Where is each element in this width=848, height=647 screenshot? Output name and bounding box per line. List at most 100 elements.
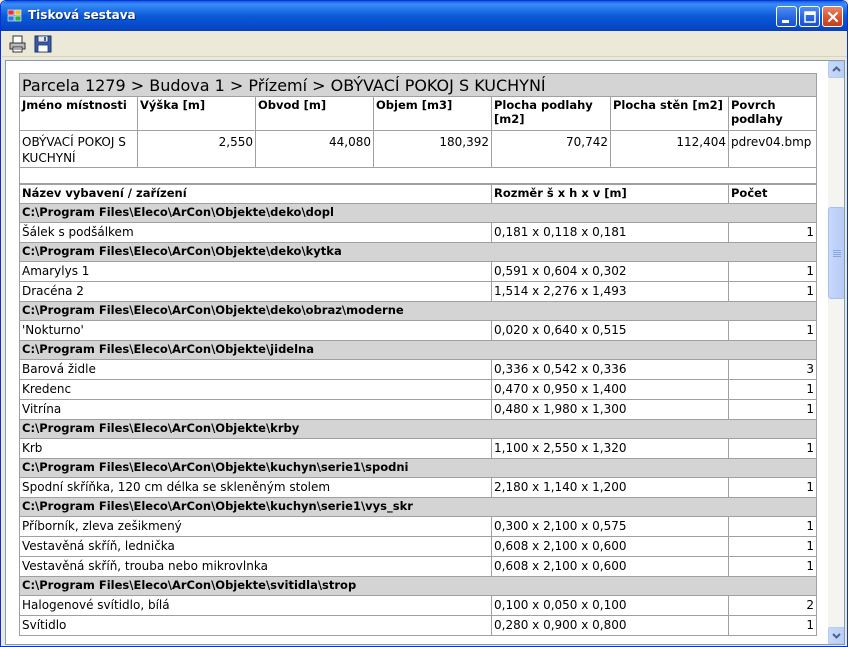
report-viewport[interactable]: Parcela 1279 > Budova 1 > Přízemí > OBÝV…	[5, 60, 845, 645]
close-button[interactable]	[822, 6, 843, 27]
item-size-cell: 2,180 x 1,140 x 1,200	[491, 477, 729, 498]
wall-area-cell: 112,404	[610, 130, 729, 168]
item-name-cell: Příborník, zleva zešikmený	[19, 516, 492, 537]
room-path: Parcela 1279 > Budova 1 > Přízemí > OBÝV…	[18, 73, 818, 97]
item-size-cell: 0,480 x 1,980 x 1,300	[491, 399, 729, 420]
floor-area-cell: 70,742	[491, 130, 611, 168]
item-size-cell: 0,100 x 0,050 x 0,100	[491, 595, 729, 616]
table-row: Spodní skříňka, 120 cm délka se skleněný…	[19, 477, 817, 498]
item-size-cell: 0,470 x 0,950 x 1,400	[491, 379, 729, 400]
item-name-cell: Barová židle	[19, 359, 492, 380]
room-header-row: Jméno místnosti Výška [m] Obvod [m] Obje…	[19, 96, 818, 131]
item-size-cell: 1,100 x 2,550 x 1,320	[491, 438, 729, 459]
scroll-up-button[interactable]	[828, 61, 844, 78]
column-header: Plocha podlahy [m2]	[491, 96, 611, 131]
report-window: Tisková sestava Parcela 1279 > Budova 1 …	[0, 0, 848, 647]
item-count-cell: 1	[728, 536, 817, 557]
height-cell: 2,550	[137, 130, 256, 168]
column-header: Rozměr š x h x v [m]	[491, 184, 729, 204]
item-name-cell: Svítidlo	[19, 615, 492, 636]
vertical-scrollbar[interactable]	[828, 61, 844, 644]
toolbar	[2, 31, 847, 57]
group-row: C:\Program Files\Eleco\ArCon\Objekte\kuc…	[19, 497, 817, 517]
spacer-row	[18, 167, 818, 184]
close-icon	[827, 11, 839, 23]
minimize-icon	[782, 20, 789, 23]
maximize-button[interactable]	[799, 6, 820, 27]
item-count-cell: 3	[728, 359, 817, 380]
print-button[interactable]	[8, 34, 28, 54]
column-header: Objem [m3]	[373, 96, 492, 131]
volume-cell: 180,392	[373, 130, 492, 168]
item-name-cell: Vestavěná skříň, lednička	[19, 536, 492, 557]
item-size-cell: 0,020 x 0,640 x 0,515	[491, 320, 729, 341]
group-path: C:\Program Files\Eleco\ArCon\Objekte\kuc…	[19, 497, 817, 517]
column-header: Plocha stěn [m2]	[610, 96, 729, 131]
report-document: Parcela 1279 > Budova 1 > Přízemí > OBÝV…	[18, 73, 818, 636]
table-row: Dracéna 2 1,514 x 2,276 x 1,493 1	[19, 281, 817, 302]
item-count-cell: 1	[728, 516, 817, 537]
item-name-cell: Krb	[19, 438, 492, 459]
group-path: C:\Program Files\Eleco\ArCon\Objekte\dek…	[19, 242, 817, 262]
equipment-header-row: Název vybavení / zařízení Rozměr š x h x…	[19, 184, 817, 204]
item-size-cell: 1,514 x 2,276 x 1,493	[491, 281, 729, 302]
item-count-cell: 1	[728, 320, 817, 341]
group-row: C:\Program Files\Eleco\ArCon\Objekte\dek…	[19, 242, 817, 262]
item-name-cell: Halogenové svítidlo, bílá	[19, 595, 492, 616]
item-count-cell: 1	[728, 438, 817, 459]
scroll-thumb[interactable]	[828, 207, 844, 299]
item-name-cell: Šálek s podšálkem	[19, 222, 492, 243]
table-row: Svítidlo 0,280 x 0,900 x 0,800 1	[19, 615, 817, 636]
grip-line	[833, 256, 841, 257]
group-row: C:\Program Files\Eleco\ArCon\Objekte\dek…	[19, 301, 817, 321]
table-row: Příborník, zleva zešikmený 0,300 x 2,100 …	[19, 516, 817, 537]
group-path: C:\Program Files\Eleco\ArCon\Objekte\kuc…	[19, 458, 817, 478]
group-path: C:\Program Files\Eleco\ArCon\Objekte\krb…	[19, 419, 817, 439]
item-count-cell: 1	[728, 615, 817, 636]
minimize-button[interactable]	[776, 6, 797, 27]
item-count-cell: 1	[728, 261, 817, 282]
grip-line	[833, 254, 841, 255]
column-header: Název vybavení / zařízení	[19, 184, 492, 204]
item-size-cell: 0,181 x 0,118 x 0,181	[491, 222, 729, 243]
group-path: C:\Program Files\Eleco\ArCon\Objekte\dek…	[19, 203, 817, 223]
item-name-cell: Amarylys 1	[19, 261, 492, 282]
table-row: Halogenové svítidlo, bílá 0,100 x 0,050 x…	[19, 595, 817, 616]
floor-surface-cell: pdrev04.bmp	[727, 130, 818, 168]
room-values-row: OBÝVACÍ POKOJ S KUCHYNÍ 2,550 44,080 180…	[19, 130, 818, 168]
item-size-cell: 0,300 x 2,100 x 0,575	[491, 516, 729, 537]
spacer-cell	[18, 167, 818, 184]
save-button[interactable]	[33, 34, 53, 54]
table-row: 'Nokturno' 0,020 x 0,640 x 0,515 1	[19, 320, 817, 341]
chevron-up-icon	[832, 66, 841, 72]
item-size-cell: 0,608 x 2,100 x 0,600	[491, 556, 729, 577]
column-header: Jméno místnosti	[19, 96, 138, 131]
item-count-cell: 1	[728, 399, 817, 420]
app-icon	[7, 9, 22, 22]
group-path: C:\Program Files\Eleco\ArCon\Objekte\jid…	[19, 340, 817, 360]
room-name-cell: OBÝVACÍ POKOJ S KUCHYNÍ	[19, 130, 138, 168]
table-row: Vitrína 0,480 x 1,980 x 1,300 1	[19, 399, 817, 420]
title-bar[interactable]: Tisková sestava	[1, 1, 847, 31]
item-name-cell: Dracéna 2	[19, 281, 492, 302]
column-header: Počet	[728, 184, 817, 204]
group-row: C:\Program Files\Eleco\ArCon\Objekte\krb…	[19, 419, 817, 439]
table-row: Vestavěná skříň, lednička 0,608 x 2,100 x…	[19, 536, 817, 557]
item-count-cell: 1	[728, 477, 817, 498]
room-path-row: Parcela 1279 > Budova 1 > Přízemí > OBÝV…	[18, 73, 818, 97]
table-row: Barová židle 0,336 x 0,542 x 0,336 3	[19, 359, 817, 380]
group-row: C:\Program Files\Eleco\ArCon\Objekte\dek…	[19, 203, 817, 223]
grip-line	[833, 250, 841, 251]
maximize-icon	[804, 11, 816, 23]
table-row: Vestavěná skříň, trouba nebo mikrovlnka 0…	[19, 556, 817, 577]
item-size-cell: 0,280 x 0,900 x 0,800	[491, 615, 729, 636]
group-path: C:\Program Files\Eleco\ArCon\Objekte\dek…	[19, 301, 817, 321]
group-row: C:\Program Files\Eleco\ArCon\Objekte\jid…	[19, 340, 817, 360]
group-path: C:\Program Files\Eleco\ArCon\Objekte\svi…	[19, 576, 817, 596]
group-row: C:\Program Files\Eleco\ArCon\Objekte\svi…	[19, 576, 817, 596]
item-count-cell: 1	[728, 556, 817, 577]
room-table: Parcela 1279 > Budova 1 > Přízemí > OBÝV…	[18, 73, 818, 184]
item-count-cell: 1	[728, 379, 817, 400]
scroll-down-button[interactable]	[828, 627, 844, 644]
grip-line	[833, 252, 841, 253]
